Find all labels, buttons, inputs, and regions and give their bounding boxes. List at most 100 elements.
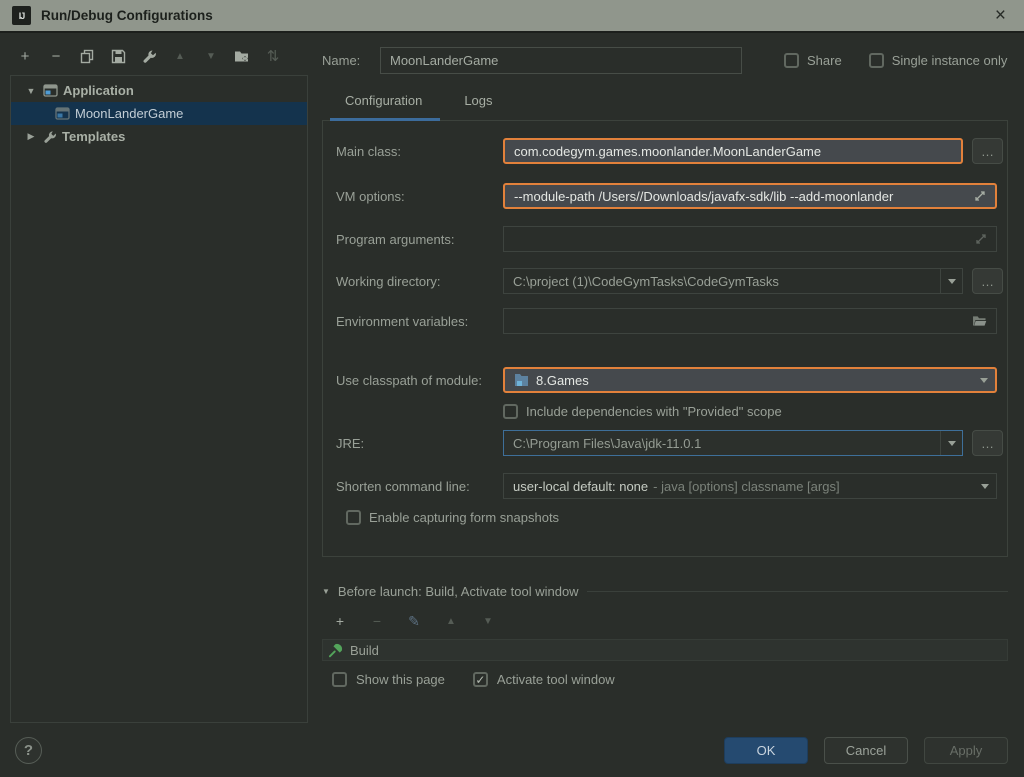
- build-hammer-icon: [328, 643, 343, 658]
- help-button[interactable]: ?: [15, 737, 42, 764]
- name-row: Name: MoonLanderGame ✓ Share ✓ Single in…: [322, 46, 1008, 74]
- dropdown-arrow-icon[interactable]: [940, 431, 962, 455]
- main-class-browse-button[interactable]: …: [972, 138, 1003, 164]
- dropdown-arrow-icon[interactable]: [974, 474, 996, 498]
- working-directory-label: Working directory:: [336, 274, 503, 289]
- jre-combobox[interactable]: C:\Program Files\Java\jdk-11.0.1: [503, 430, 963, 456]
- dropdown-arrow-icon[interactable]: [940, 269, 962, 293]
- share-label: Share: [807, 53, 842, 68]
- separator-line: [587, 591, 1008, 592]
- enable-snapshots-row: ✓ Enable capturing form snapshots: [346, 506, 996, 528]
- jre-row: JRE: C:\Program Files\Java\jdk-11.0.1 …: [336, 430, 996, 456]
- edit-task-icon: ✎: [405, 612, 423, 630]
- move-down-icon: ▼: [202, 47, 220, 65]
- vm-options-input[interactable]: --module-path /Users//Downloads/javafx-s…: [503, 183, 997, 209]
- save-configuration-icon[interactable]: [109, 47, 127, 65]
- include-provided-label: Include dependencies with "Provided" sco…: [526, 404, 782, 419]
- configuration-form: Main class: com.codegym.games.moonlander…: [322, 120, 1008, 557]
- name-label: Name:: [322, 53, 380, 68]
- environment-variables-label: Environment variables:: [336, 314, 503, 329]
- title-bar: IJ Run/Debug Configurations ×: [0, 0, 1024, 33]
- enable-snapshots-checkbox[interactable]: ✓: [346, 510, 361, 525]
- move-task-down-icon: ▼: [479, 612, 497, 630]
- include-provided-row: ✓ Include dependencies with "Provided" s…: [503, 400, 996, 422]
- working-directory-row: Working directory: C:\project (1)\CodeGy…: [336, 268, 996, 294]
- tree-item-moonlandergame[interactable]: MoonLanderGame: [11, 102, 307, 125]
- shorten-command-line-combobox[interactable]: user-local default: none - java [options…: [503, 473, 997, 499]
- expand-editor-icon[interactable]: [975, 233, 987, 245]
- add-task-button[interactable]: +: [331, 612, 349, 630]
- intellij-logo-icon: IJ: [12, 6, 31, 25]
- edit-defaults-wrench-icon[interactable]: [140, 47, 158, 65]
- jre-label: JRE:: [336, 436, 503, 451]
- vm-options-label: VM options:: [336, 189, 503, 204]
- sort-configurations-icon: ⇅: [264, 47, 282, 65]
- activate-tool-window-label: Activate tool window: [497, 672, 615, 687]
- vm-options-row: VM options: --module-path /Users//Downlo…: [336, 183, 996, 209]
- ok-button[interactable]: OK: [724, 737, 808, 764]
- configurations-tree: ▼ Application MoonLanderGame ▶ Templates: [10, 75, 308, 723]
- add-configuration-button[interactable]: +: [16, 47, 34, 65]
- browse-folder-icon[interactable]: [972, 315, 987, 327]
- remove-configuration-button[interactable]: −: [47, 47, 65, 65]
- show-this-page-label: Show this page: [356, 672, 445, 687]
- program-arguments-row: Program arguments:: [336, 226, 996, 252]
- move-task-up-icon: ▲: [442, 612, 460, 630]
- main-class-input[interactable]: com.codegym.games.moonlander.MoonLanderG…: [503, 138, 963, 164]
- shorten-command-line-label: Shorten command line:: [336, 479, 503, 494]
- share-checkbox[interactable]: ✓: [784, 53, 799, 68]
- tree-group-label: Templates: [62, 129, 125, 144]
- module-icon: [514, 373, 529, 387]
- copy-configuration-icon[interactable]: [78, 47, 96, 65]
- tab-configuration[interactable]: Configuration: [345, 93, 422, 120]
- configuration-editor: Name: MoonLanderGame ✓ Share ✓ Single in…: [322, 46, 1008, 687]
- before-launch-header[interactable]: ▼ Before launch: Build, Activate tool wi…: [322, 584, 1008, 599]
- cancel-button[interactable]: Cancel: [824, 737, 908, 764]
- close-icon[interactable]: ×: [989, 6, 1012, 25]
- remove-task-button: −: [368, 612, 386, 630]
- working-directory-browse-button[interactable]: …: [972, 268, 1003, 294]
- show-this-page-checkbox[interactable]: ✓: [332, 672, 347, 687]
- shorten-command-line-row: Shorten command line: user-local default…: [336, 473, 996, 499]
- run-debug-configurations-dialog: IJ Run/Debug Configurations × + − ▲ ▼ ⇅ …: [0, 0, 1024, 777]
- tab-logs[interactable]: Logs: [464, 93, 492, 120]
- enable-snapshots-label: Enable capturing form snapshots: [369, 510, 559, 525]
- move-up-icon: ▲: [171, 47, 189, 65]
- tabs: Configuration Logs: [322, 93, 1008, 120]
- application-type-icon: [55, 107, 70, 120]
- tree-group-label: Application: [63, 83, 134, 98]
- new-folder-icon[interactable]: [233, 47, 251, 65]
- before-launch-task-build[interactable]: Build: [322, 639, 1008, 661]
- single-instance-checkbox[interactable]: ✓: [869, 53, 884, 68]
- activate-tool-window-checkbox[interactable]: ✓: [473, 672, 488, 687]
- name-input[interactable]: MoonLanderGame: [380, 47, 742, 74]
- chevron-expanded-icon[interactable]: ▼: [24, 86, 38, 96]
- apply-button[interactable]: Apply: [924, 737, 1008, 764]
- program-arguments-input[interactable]: [503, 226, 997, 252]
- environment-variables-input[interactable]: [503, 308, 997, 334]
- single-instance-label: Single instance only: [892, 53, 1008, 68]
- tree-item-label: MoonLanderGame: [75, 106, 183, 121]
- jre-browse-button[interactable]: …: [972, 430, 1003, 456]
- program-arguments-label: Program arguments:: [336, 232, 503, 247]
- dialog-title: Run/Debug Configurations: [41, 8, 213, 23]
- before-launch-title: Before launch: Build, Activate tool wind…: [338, 584, 579, 599]
- use-classpath-row: Use classpath of module: 8.Games: [336, 367, 996, 393]
- configurations-toolbar: + − ▲ ▼ ⇅: [16, 46, 282, 66]
- main-class-row: Main class: com.codegym.games.moonlander…: [336, 138, 996, 164]
- expand-editor-icon[interactable]: [974, 190, 986, 202]
- main-class-label: Main class:: [336, 144, 503, 159]
- dropdown-arrow-icon[interactable]: [973, 369, 995, 391]
- chevron-expanded-icon[interactable]: ▼: [322, 587, 330, 596]
- build-task-label: Build: [350, 643, 379, 658]
- templates-wrench-icon: [43, 130, 57, 144]
- module-combobox[interactable]: 8.Games: [503, 367, 997, 393]
- tree-group-application[interactable]: ▼ Application: [11, 79, 307, 102]
- chevron-collapsed-icon[interactable]: ▶: [24, 131, 38, 142]
- environment-variables-row: Environment variables:: [336, 308, 996, 334]
- tree-group-templates[interactable]: ▶ Templates: [11, 125, 307, 148]
- before-launch-options: ✓ Show this page ✓ Activate tool window: [322, 672, 1008, 687]
- include-provided-checkbox[interactable]: ✓: [503, 404, 518, 419]
- application-type-icon: [43, 84, 58, 97]
- working-directory-combobox[interactable]: C:\project (1)\CodeGymTasks\CodeGymTasks: [503, 268, 963, 294]
